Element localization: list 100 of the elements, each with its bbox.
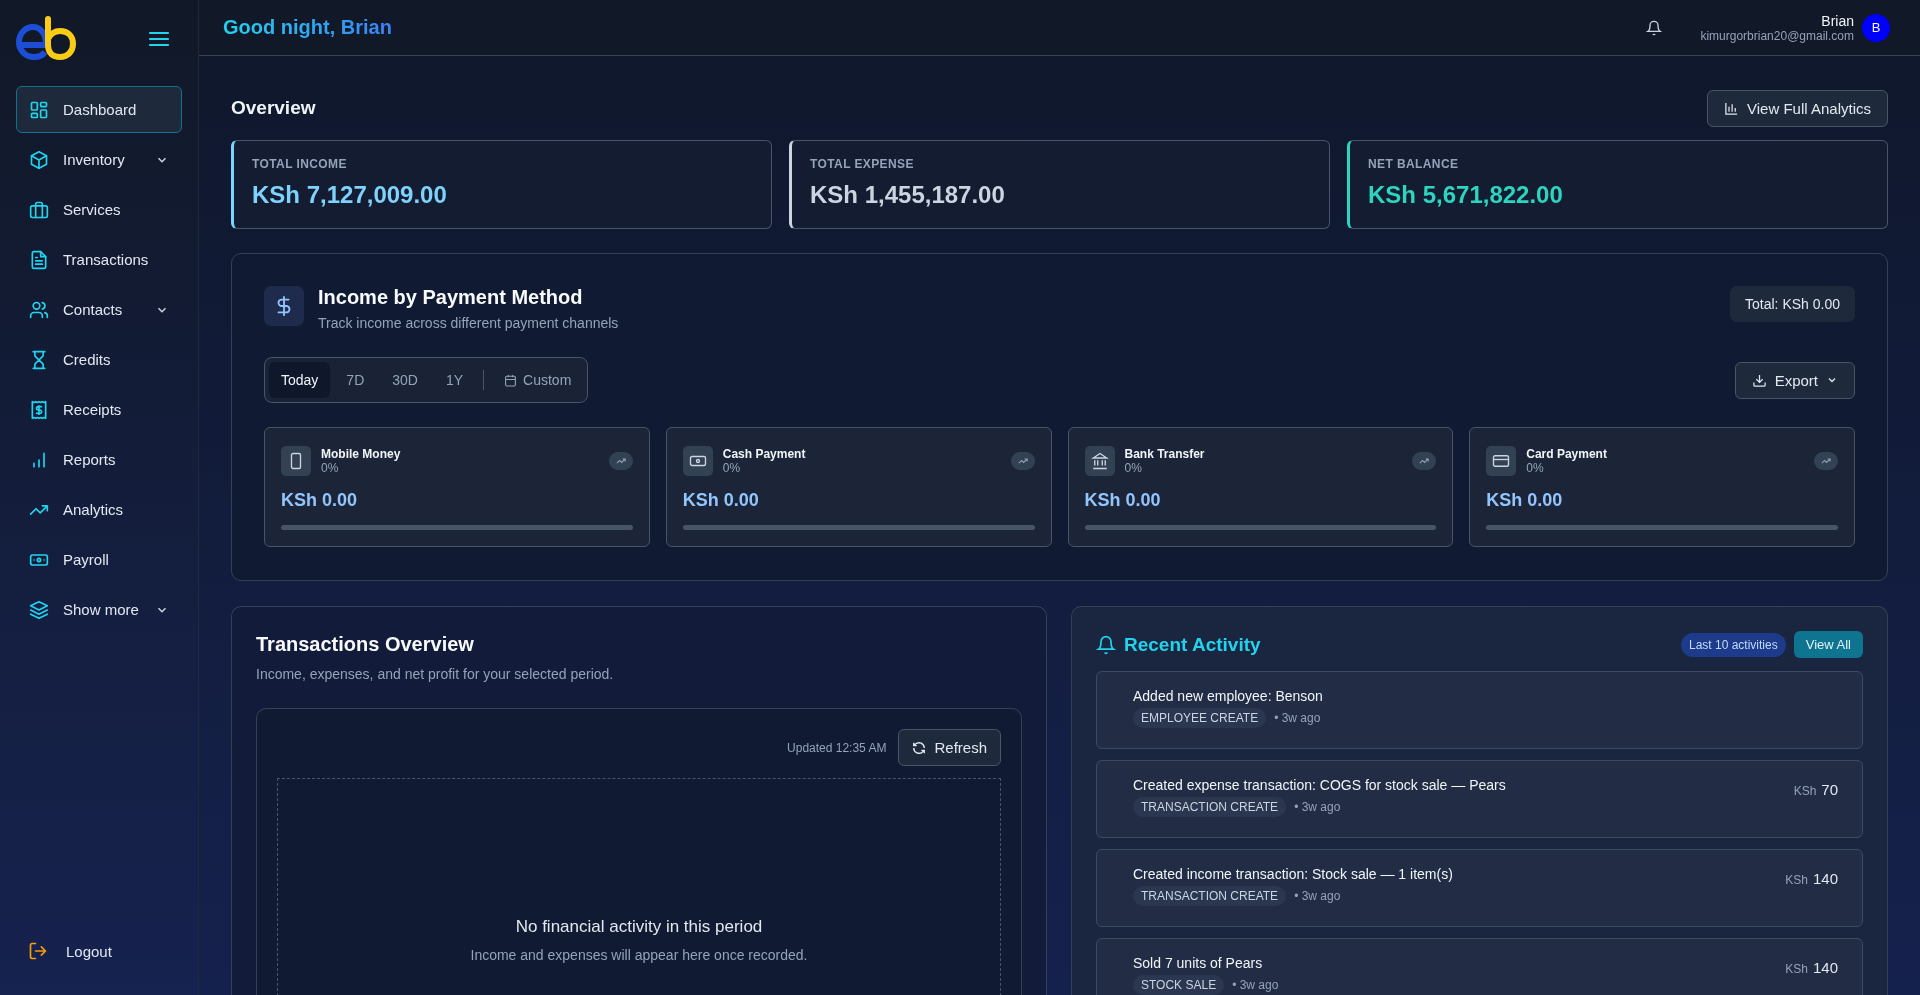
- activity-tag: TRANSACTION CREATE: [1133, 797, 1287, 817]
- dollar-icon: [264, 286, 304, 326]
- section-title: Overview: [231, 97, 316, 119]
- export-button[interactable]: Export: [1734, 361, 1855, 399]
- method-amount: KSh 0.00: [1084, 490, 1162, 511]
- user-name: Brian: [1821, 12, 1854, 29]
- method-share: 0%: [321, 461, 340, 475]
- sidebar-item[interactable]: Dashboard: [16, 86, 182, 133]
- range-tab[interactable]: Custom: [492, 362, 584, 398]
- document-icon: [29, 249, 49, 270]
- stat-value: KSh 7,127,009.00: [252, 181, 448, 209]
- method-amount: KSh 0.00: [281, 490, 359, 511]
- activity-item[interactable]: Created expense transaction: COGS for stock sale — Pears TRANSACTION CREATE • 3w ago KSh 70: [1096, 760, 1863, 838]
- stat-label: TOTAL EXPENSE: [810, 157, 915, 171]
- count-badge: Last 10 activities: [1681, 632, 1786, 657]
- panel-subtitle: Track income across different payment channels: [318, 315, 620, 331]
- stat-value: KSh 1,455,187.00: [810, 181, 1006, 209]
- sidebar-item[interactable]: Payroll: [16, 536, 182, 583]
- user-avatar[interactable]: B: [1862, 13, 1890, 42]
- updated-time: Updated 12:35 AM: [787, 740, 887, 755]
- card-icon: [1486, 446, 1517, 476]
- currency-label: KSh: [1785, 962, 1808, 976]
- trend-icon: [1814, 452, 1838, 470]
- people-icon: [29, 299, 49, 320]
- logout-button[interactable]: Logout: [16, 931, 182, 971]
- logout-icon: [28, 941, 48, 961]
- stat-label: NET BALANCE: [1368, 157, 1460, 171]
- view-all-button[interactable]: View All: [1793, 631, 1863, 658]
- activity-time: • 3w ago: [1294, 889, 1341, 903]
- activity-text: Sold 7 units of Pears: [1133, 955, 1264, 971]
- panel-subtitle: Income, expenses, and net profit for your selected period.: [256, 666, 615, 682]
- range-tab[interactable]: 1Y: [433, 362, 476, 398]
- panel-title: Transactions Overview: [256, 633, 475, 656]
- activity-item[interactable]: Sold 7 units of Pears STOCK SALE • 3w ago KSh 140: [1096, 938, 1863, 995]
- method-amount: KSh 0.00: [682, 490, 760, 511]
- activity-amount: 140: [1812, 870, 1838, 887]
- layers-icon: [29, 599, 49, 620]
- sidebar-item[interactable]: Contacts: [16, 286, 182, 333]
- refresh-button[interactable]: Refresh: [898, 729, 1001, 766]
- sidebar-item[interactable]: Transactions: [16, 236, 182, 283]
- method-share: 0%: [1526, 461, 1545, 475]
- bell-icon: [1096, 634, 1116, 655]
- range-tab[interactable]: 7D: [334, 362, 377, 398]
- range-tab[interactable]: Today: [269, 362, 331, 398]
- cube-icon: [29, 149, 49, 170]
- panel-title: Recent Activity: [1124, 633, 1262, 656]
- activity-item[interactable]: Added new employee: Benson EMPLOYEE CREATE • 3w ago: [1096, 671, 1863, 749]
- sidebar-item[interactable]: Analytics: [16, 486, 182, 533]
- activity-text: Created income transaction: Stock sale — 1 item(s): [1133, 866, 1454, 882]
- trend-icon: [1010, 452, 1035, 470]
- activity-time: • 3w ago: [1232, 978, 1279, 992]
- method-share: 0%: [722, 461, 742, 475]
- activity-tag: EMPLOYEE CREATE: [1133, 708, 1267, 728]
- hourglass-icon: [29, 349, 49, 370]
- currency-label: KSh: [1793, 784, 1817, 798]
- banknote-icon: [682, 446, 713, 476]
- receipt-icon: [29, 399, 49, 420]
- activity-tag: STOCK SALE: [1133, 975, 1225, 995]
- refresh-icon: [912, 740, 927, 755]
- calendar-icon: [504, 373, 518, 387]
- stat-value: KSh 5,671,822.00: [1368, 181, 1564, 209]
- activity-tag: TRANSACTION CREATE: [1133, 886, 1287, 906]
- method-name: Mobile Money: [321, 447, 402, 461]
- download-icon: [1751, 372, 1767, 388]
- briefcase-icon: [29, 199, 49, 220]
- currency-label: KSh: [1785, 873, 1808, 887]
- sidebar-item[interactable]: Services: [16, 186, 182, 233]
- activity-time: • 3w ago: [1274, 711, 1321, 725]
- activity-text: Created expense transaction: COGS for stock sale — Pears: [1133, 777, 1507, 793]
- sidebar-item[interactable]: Receipts: [16, 386, 182, 433]
- total-badge: Total: KSh 0.00: [1730, 286, 1855, 322]
- stat-label: TOTAL INCOME: [252, 157, 348, 171]
- method-name: Bank Transfer: [1124, 447, 1206, 461]
- range-tab[interactable]: 30D: [380, 362, 430, 398]
- empty-text: Income and expenses will appear here once recorded.: [470, 947, 808, 963]
- bank-icon: [1084, 446, 1115, 476]
- trend-icon: [1412, 452, 1437, 470]
- menu-icon[interactable]: [148, 30, 170, 48]
- panel-title: Income by Payment Method: [318, 286, 584, 309]
- method-share: 0%: [1124, 461, 1143, 475]
- sidebar-item[interactable]: Show more: [16, 586, 182, 633]
- empty-title: No financial activity in this period: [515, 917, 763, 937]
- method-name: Cash Payment: [722, 447, 807, 461]
- grid-icon: [29, 99, 49, 120]
- user-email: kimurgorbrian20@gmail.com: [1700, 28, 1854, 43]
- sidebar-item[interactable]: Inventory: [16, 136, 182, 183]
- sidebar-item[interactable]: Reports: [16, 436, 182, 483]
- activity-amount: 140: [1812, 959, 1838, 976]
- activity-time: • 3w ago: [1294, 800, 1341, 814]
- activity-amount: 70: [1821, 781, 1838, 798]
- view-analytics-button[interactable]: View Full Analytics: [1707, 89, 1888, 127]
- logo: [16, 15, 78, 63]
- method-name: Card Payment: [1526, 447, 1608, 461]
- greeting: Good night, Brian: [223, 16, 392, 39]
- trend-icon: [608, 452, 633, 470]
- activity-item[interactable]: Created income transaction: Stock sale — 1 item(s) TRANSACTION CREATE • 3w ago KSh 140: [1096, 849, 1863, 927]
- sidebar-item[interactable]: Credits: [16, 336, 182, 383]
- notification-bell-icon[interactable]: [1646, 19, 1663, 36]
- method-amount: KSh 0.00: [1486, 490, 1564, 511]
- activity-text: Added new employee: Benson: [1133, 688, 1324, 704]
